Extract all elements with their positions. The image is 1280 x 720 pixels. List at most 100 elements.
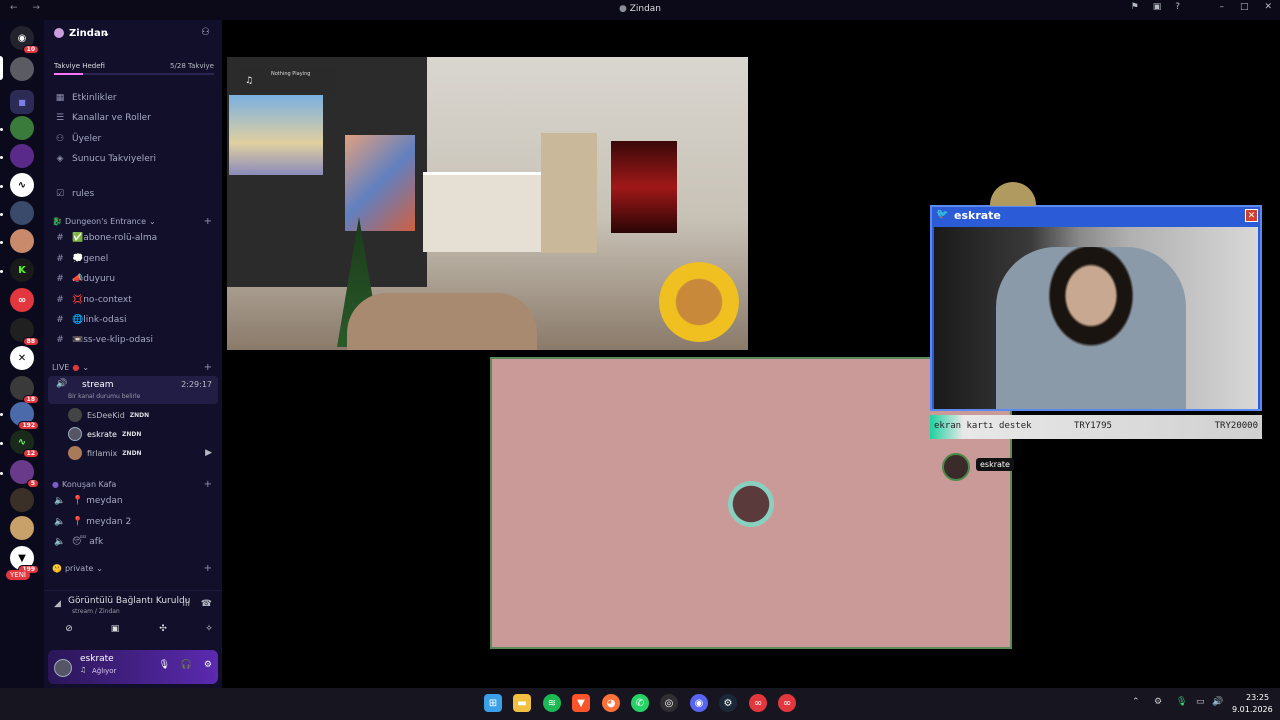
close-window-button[interactable]: ✕ [1264,2,1272,12]
server-16[interactable] [10,516,34,540]
category-private[interactable]: 🤫 private ⌄ [52,564,103,573]
avatar [68,427,82,441]
app-icon-1[interactable]: ∞ [749,694,767,712]
invite-icon[interactable]: ⚇ [201,27,210,38]
firefox-icon[interactable]: ◕ [602,694,620,712]
clock-date[interactable]: 9.01.2026 [1232,705,1273,714]
microphone-button[interactable]: 🎙 [159,660,170,670]
server-11[interactable]: 18 [10,376,39,404]
channel-abone[interactable]: # ✅abone-rolü-alma [54,229,157,247]
add-channel-button[interactable]: + [204,362,212,373]
brave-icon[interactable]: ▼ [572,694,590,712]
server-zindan[interactable] [10,57,34,81]
bookshelf [541,133,597,253]
add-channel-button[interactable]: + [204,563,212,574]
server-5[interactable] [10,201,34,225]
voice-user-firlamix[interactable]: firlamix ZNDN [68,444,142,462]
folder-icon: ■ [18,97,26,107]
file-explorer-icon[interactable]: ▬ [513,694,531,712]
flag-icon[interactable]: ⚑ [1131,2,1139,12]
webcam-feed [934,227,1258,409]
add-channel-button[interactable]: + [204,216,212,227]
server-12[interactable]: 192 [10,402,39,430]
settings-button[interactable]: ⚙ [204,660,212,670]
add-channel-button[interactable]: + [204,479,212,490]
new-badge[interactable]: YENİ [6,570,30,580]
voice-channel-meydan[interactable]: 🔈 📍 meydan [54,492,122,510]
maximize-button[interactable]: □ [1240,2,1249,12]
channel-duyuru[interactable]: # 📣duyuru [54,270,115,288]
tray-volume-icon[interactable]: 🔊 [1212,697,1223,707]
unread-dot [0,156,3,159]
webcam-window[interactable]: 🐦 eskrate ✕ [930,205,1262,411]
nav-item-members[interactable]: ⚇ Üyeler [54,130,101,148]
server-8[interactable]: ∞ [10,288,34,312]
voice-user-esdeekid[interactable]: EsDeeKid ZNDN [68,406,149,424]
channel-rules[interactable]: ☑ rules [54,185,94,203]
server-14[interactable]: 5 [10,460,39,488]
tray-mic-icon[interactable]: 🎙 [1176,697,1187,707]
hashtag-icon: # [56,233,64,243]
voice-user-tile[interactable] [942,453,970,481]
nav-item-channels-roles[interactable]: ☰ Kanallar ve Roller [54,109,151,127]
server-10[interactable]: ✕ [10,346,34,370]
server-9[interactable]: 88 [10,318,39,346]
tray-chevron-icon[interactable]: ⌃ [1132,697,1140,707]
category-konusan-kafa[interactable]: ● Konuşan Kafa [52,480,116,489]
guild-header[interactable]: Zindan ⌄ ⚇ [44,20,222,48]
inbox-icon[interactable]: ▣ [1153,2,1162,12]
server-folder[interactable]: ■ [10,90,34,114]
voice-channel-afk[interactable]: 🔈 😴 afk [54,533,103,551]
close-icon[interactable]: ✕ [1245,209,1258,222]
nav-item-events[interactable]: ▦ Etkinlikler [54,89,117,107]
headphones-button[interactable]: 🎧 [181,660,192,670]
noise-suppression-icon[interactable]: ılı [182,599,190,609]
channel-link-odasi[interactable]: # 🌐link-odasi [54,311,126,329]
channel-ss-klip[interactable]: # 📼ss-ve-klip-odasi [54,331,153,349]
activities-button[interactable]: ✣ [156,624,170,638]
server-6[interactable] [10,229,34,253]
home-button[interactable]: ◉ 10 [10,26,39,54]
stream-tile-room[interactable]: ♫ Nothing Playing [227,57,748,350]
nav-item-boosts[interactable]: ◈ Sunucu Takviyeleri [54,150,156,168]
help-icon[interactable]: ? [1175,2,1180,12]
server-2[interactable] [10,116,34,140]
server-4[interactable]: ∿ [10,173,34,197]
category-live[interactable]: LIVE ● ⌄ [52,363,89,372]
channel-genel[interactable]: # 💭genel [54,250,108,268]
server-3[interactable] [10,144,34,168]
server-15[interactable] [10,488,34,512]
screen-share-button[interactable]: ▣ [108,624,122,638]
server-kick[interactable]: K [10,258,34,282]
avatar-bubble[interactable] [728,481,774,527]
soundboard-button[interactable]: ✧ [202,624,216,638]
server-13[interactable]: ∿ 12 [10,430,39,458]
tray-network-icon[interactable]: ▭ [1196,697,1205,707]
user-panel[interactable]: eskrate Ağlıyor ♫ 🎙 🎧 ⚙ [48,650,218,684]
voice-user-eskrate[interactable]: eskrate ZNDN [68,425,141,443]
minimize-button[interactable]: – [1219,2,1224,12]
voice-channel-meydan-2[interactable]: 🔈 📍 meydan 2 [54,513,131,531]
voice-channel-stream[interactable]: 🔊 stream 2:29:17 Bir kanal durumu belirl… [48,376,218,404]
clock-time[interactable]: 23:25 [1246,693,1269,702]
whatsapp-icon[interactable]: ✆ [631,694,649,712]
category-dungeon[interactable]: 🐉 Dungeon's Entrance ⌄ [52,217,156,226]
boost-progress-fill [54,73,83,75]
disconnect-icon[interactable]: ☎ [201,599,212,609]
nav-item-label: Kanallar ve Roller [72,113,151,123]
start-button[interactable]: ⊞ [484,694,502,712]
voice-sub[interactable]: stream / Zindan [72,608,120,615]
camera-off-button[interactable]: ⊘ [62,624,76,638]
channel-status[interactable]: Bir kanal durumu belirle [68,393,140,400]
tray-app-icon[interactable]: ⚙ [1154,697,1162,707]
voice-status[interactable]: Görüntülü Bağlantı Kuruldu [68,596,190,606]
spotify-icon[interactable]: ≋ [543,694,561,712]
channel-no-context[interactable]: # 💢no-context [54,291,132,309]
unread-dot [0,270,3,273]
steam-icon[interactable]: ⚙ [719,694,737,712]
channel-sidebar: Zindan ⌄ ⚇ Takviye Hedefi 5/28 Takviye ▦… [44,20,222,688]
discord-taskbar-icon[interactable]: ◉ [690,694,708,712]
obs-icon[interactable]: ◎ [660,694,678,712]
app-icon-2[interactable]: ∞ [778,694,796,712]
server-17[interactable]: ▼ 199 [10,546,39,574]
